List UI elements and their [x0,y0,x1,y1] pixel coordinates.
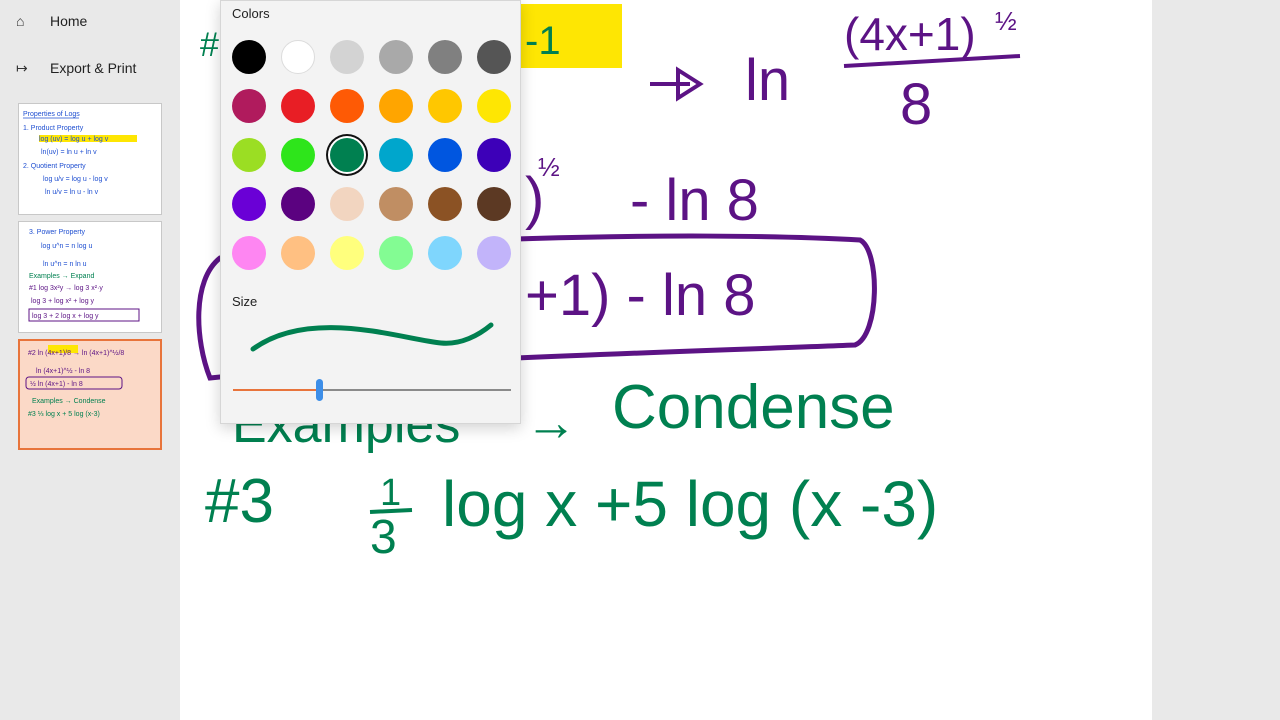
color-swatch-d3d3d3[interactable] [330,40,364,74]
nav-home-label: Home [50,13,88,29]
partial-green-text: -1 [525,19,561,63]
partial-hash: # [200,26,219,64]
exponent-text: ½ [995,6,1017,36]
thumb-line: Examples → Condense [32,398,106,405]
size-slider-fill [233,389,319,391]
thumb-line: #3 ⅓ log x + 5 log (x-3) [28,411,100,418]
color-swatch-ffc700[interactable] [428,89,462,123]
color-swatch-6a00d6[interactable] [232,187,266,221]
color-swatch-83fc93[interactable] [379,236,413,270]
color-swatch-fe86f2[interactable] [232,236,266,270]
right-gutter [1152,0,1280,720]
thumb-line: ln u/v = ln u - ln v [45,189,99,196]
page-thumbnail-2[interactable]: 3. Power Property log u^n = n log u ln u… [18,221,162,333]
color-swatch-ffc082[interactable] [281,236,315,270]
thumb-line: 2. Quotient Property [23,163,86,170]
problem-expression-text: log x +5 log (x -3) [442,468,938,540]
thumb-line: #1 log 3x²y → log 3 x²·y [29,285,103,292]
color-swatch-f2d5c0[interactable] [330,187,364,221]
color-swatch-ffa500[interactable] [379,89,413,123]
thumb-line: log u/v = log u - log v [43,176,108,183]
color-swatch-0056e0[interactable] [428,138,462,172]
color-swatch-7fd6fd[interactable] [428,236,462,270]
boxed-expression-text: +1) - ln 8 [525,263,756,328]
size-heading: Size [232,294,258,309]
size-slider-thumb[interactable] [316,379,323,401]
export-arrow-icon: ↦ [16,59,28,76]
size-slider[interactable] [233,379,511,401]
thumb-line: 3. Power Property [29,229,86,236]
thumb-line: log 3 + 2 log x + log y [32,313,99,320]
arrow-icon [650,66,704,102]
color-swatch-555555[interactable] [477,40,511,74]
condense-text: Condense [612,373,895,442]
color-swatch-ffffff[interactable] [281,40,315,74]
nav-export-print[interactable]: ↦ Export & Print [0,50,180,86]
thumb-line: log u^n = n log u [41,243,92,250]
colors-heading: Colors [232,6,270,21]
thumb-line: log (uv) = log u + log v [39,136,109,143]
color-swatch-fee603[interactable] [477,89,511,123]
exponent-half-text: ½ [538,152,560,182]
color-swatch-008050[interactable] [330,138,364,172]
color-swatch-000000[interactable] [232,40,266,74]
color-swatch-5b0280[interactable] [281,187,315,221]
page-thumbnail-3[interactable]: #2 ln (4x+1)/8 → ln (4x+1)^½/8 ln (4x+1)… [18,339,162,450]
ln-text: ln [745,48,790,113]
examples-arrow: → [525,394,577,452]
thumb-line: log 3 + log x² + log y [31,298,95,305]
color-swatch-2ee51b[interactable] [281,138,315,172]
thumb-line: ½ ln (4x+1) - ln 8 [30,380,83,388]
color-swatch-c2b4fa[interactable] [477,236,511,270]
stroke-size-preview [250,322,494,352]
thumb-line: Properties of Logs [23,111,80,118]
color-swatch-b01b5d[interactable] [232,89,266,123]
color-swatch-8b5224[interactable] [428,187,462,221]
third-numerator: 1 [380,472,401,514]
color-swatch-e81e25[interactable] [281,89,315,123]
color-picker-flyout: Colors Size [220,0,521,424]
nav-home[interactable]: ⌂ Home [0,3,180,39]
color-swatch-3d00b8[interactable] [477,138,511,172]
page-thumbnail-1[interactable]: Properties of Logs 1. Product Property l… [18,103,162,215]
home-icon: ⌂ [16,13,25,29]
color-swatch-5c3923[interactable] [477,187,511,221]
color-swatch-c08e63[interactable] [379,187,413,221]
thumb-line: Examples → Expand [29,273,94,280]
thumb-line: #2 ln (4x+1)/8 → ln (4x+1)^½/8 [28,349,124,357]
color-swatch-ffff7d[interactable] [330,236,364,270]
color-swatch-fe5a05[interactable] [330,89,364,123]
minus-ln8-text: - ln 8 [630,168,759,233]
numerator-text: (4x+1) [844,8,976,60]
color-swatch-a9a9a9[interactable] [379,40,413,74]
thumb-line: ln u^n = n ln u [43,261,87,268]
color-swatch-9bde23[interactable] [232,138,266,172]
problem-number-text: #3 [205,467,274,536]
sidebar: ⌂ Home ↦ Export & Print Properties of Lo… [0,0,180,720]
color-swatch-00a6cc[interactable] [379,138,413,172]
nav-export-label: Export & Print [50,60,137,76]
thumb-line: ln(uv) = ln u + ln v [41,149,97,156]
denominator-text: 8 [900,72,932,137]
third-denominator: 3 [370,511,397,564]
thumb-line: ln (4x+1)^½ - ln 8 [36,367,90,375]
color-swatch-808080[interactable] [428,40,462,74]
thumb-line: 1. Product Property [23,125,84,132]
